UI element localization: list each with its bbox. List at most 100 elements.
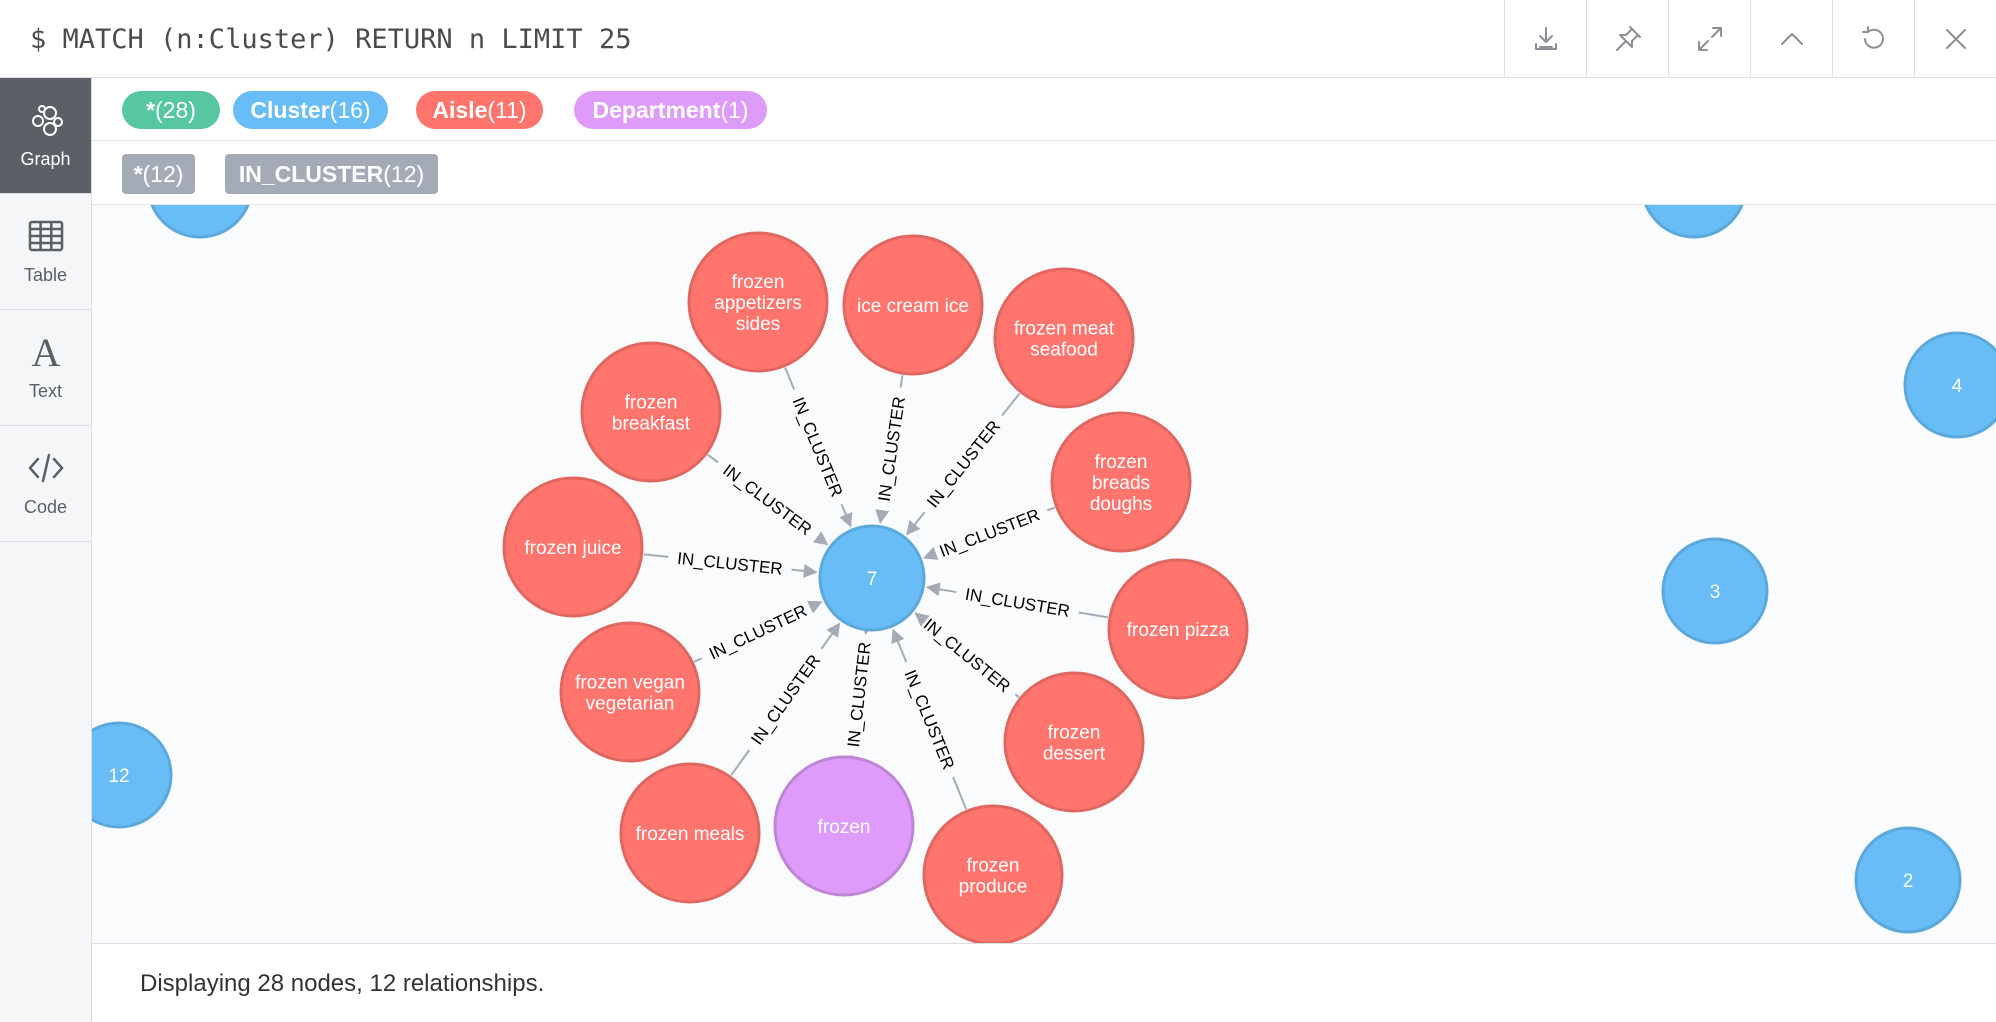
table-icon <box>28 220 63 252</box>
graph-canvas[interactable]: IN_CLUSTER IN_CLUSTER IN_CLUSTER IN_CLUSTER… <box>92 205 1996 943</box>
aisle-node[interactable]: frozenappetizerssides <box>687 231 829 373</box>
cluster-node[interactable]: 4 <box>1903 331 1996 439</box>
label-pill-aisle[interactable]: Aisle(11) <box>416 91 543 129</box>
query-text[interactable]: $ MATCH (n:Cluster) RETURN n LIMIT 25 <box>30 24 631 55</box>
label-pill-all[interactable]: *(28) <box>122 91 220 129</box>
node-caption: seafood <box>1030 340 1098 361</box>
relationship-line[interactable] <box>693 657 703 663</box>
code-icon <box>27 453 64 483</box>
graph-icon <box>31 105 63 136</box>
relationship-line[interactable] <box>707 453 719 464</box>
close-button[interactable] <box>1914 0 1996 78</box>
close-icon <box>1945 29 1966 49</box>
relationship-line[interactable] <box>952 776 968 810</box>
relationship-arrow[interactable] <box>812 531 829 546</box>
download-icon <box>1534 27 1557 50</box>
cluster-node-center[interactable]: 7 <box>818 524 926 632</box>
relationship-arrow[interactable] <box>891 628 908 663</box>
node-caption: frozen juice <box>524 538 621 559</box>
relationship-arrow[interactable] <box>922 546 939 560</box>
cluster-node[interactable] <box>148 205 252 239</box>
relationship-label: IN_CLUSTER <box>788 395 846 500</box>
node-caption: frozen <box>1048 723 1101 744</box>
department-node[interactable]: frozen <box>773 755 915 897</box>
relationship-line[interactable] <box>1046 506 1056 512</box>
relationship-line[interactable] <box>1078 611 1109 619</box>
relationship-line[interactable] <box>1001 392 1021 417</box>
refresh-icon <box>1861 26 1884 49</box>
rel-tag-in-cluster[interactable]: IN_CLUSTER(12) <box>225 154 438 194</box>
result-footer: Displaying 28 nodes, 12 relationships. <box>92 943 1996 1022</box>
aisle-node[interactable]: frozen veganvegetarian <box>559 621 701 763</box>
view-sidebar: Graph Table A Text Code <box>0 78 92 1022</box>
pin-icon <box>1615 26 1641 51</box>
relationship-arrow[interactable] <box>925 582 957 597</box>
node-caption: frozen <box>967 856 1020 877</box>
relationship-arrow[interactable] <box>914 612 930 627</box>
relationship-label: IN_CLUSTER <box>719 461 815 540</box>
node-caption: dessert <box>1043 744 1106 765</box>
relationship-line[interactable] <box>1014 693 1020 699</box>
relationship-arrow[interactable] <box>875 509 890 525</box>
expand-icon <box>1697 27 1722 51</box>
node-caption: frozen <box>732 272 785 293</box>
relationship-arrow[interactable] <box>839 503 853 528</box>
pin-button[interactable] <box>1586 0 1668 78</box>
node-caption: sides <box>736 314 780 335</box>
node-caption: produce <box>959 877 1028 898</box>
relationship-arrow[interactable] <box>906 511 926 536</box>
graph-view[interactable]: IN_CLUSTER IN_CLUSTER IN_CLUSTERIN_CLUSTER… <box>92 205 1996 943</box>
node-caption: 7 <box>867 569 878 590</box>
sidebar-item-text[interactable]: A Text <box>0 310 91 426</box>
node-caption: frozen meals <box>636 824 745 845</box>
frame-toolbar <box>1504 0 1996 78</box>
node-caption: vegetarian <box>586 694 675 715</box>
rerun-button[interactable] <box>1832 0 1914 78</box>
relationship-arrow[interactable] <box>806 600 823 614</box>
aisle-node[interactable]: frozenbreakfast <box>580 341 722 483</box>
sidebar-item-table[interactable]: Table <box>0 194 91 310</box>
relationship-label: IN_CLUSTER <box>920 615 1014 696</box>
status-text: Displaying 28 nodes, 12 relationships. <box>140 970 545 997</box>
fullscreen-button[interactable] <box>1668 0 1750 78</box>
relationship-line[interactable] <box>730 749 751 776</box>
node-caption: frozen <box>818 817 871 838</box>
node-caption: breakfast <box>612 414 691 435</box>
relationship-line[interactable] <box>784 367 796 391</box>
node-caption: 3 <box>1710 582 1721 603</box>
aisle-node[interactable]: frozenproduce <box>922 804 1064 943</box>
cluster-node-circle <box>1644 205 1744 239</box>
aisle-node[interactable]: frozen pizza <box>1107 558 1249 700</box>
aisle-node[interactable]: frozen juice <box>502 476 644 618</box>
relationship-arrow[interactable] <box>791 563 818 578</box>
sidebar-item-label: Code <box>23 497 68 517</box>
collapse-button[interactable] <box>1750 0 1832 78</box>
node-caption: frozen <box>625 393 678 414</box>
relationship-line[interactable] <box>643 553 669 558</box>
aisle-node[interactable]: ice cream ice <box>842 234 984 376</box>
aisle-node[interactable]: frozenbreadsdoughs <box>1050 411 1192 553</box>
relationship-label: IN_CLUSTER <box>706 601 810 663</box>
relationship-line[interactable] <box>899 375 904 388</box>
query-bar: $ MATCH (n:Cluster) RETURN n LIMIT 25 <box>0 0 1996 78</box>
node-caption: 2 <box>1903 871 1914 892</box>
cluster-node-circle <box>92 721 173 829</box>
cluster-node[interactable]: 12 <box>92 721 173 829</box>
relationship-label: IN_CLUSTER <box>923 417 1004 511</box>
relationship-label: IN_CLUSTER <box>900 667 958 772</box>
aisle-node[interactable]: frozendessert <box>1003 671 1145 813</box>
sidebar-item-graph[interactable]: Graph <box>0 78 91 194</box>
cluster-node-circle <box>1903 331 1996 439</box>
cluster-node[interactable]: 3 <box>1661 537 1769 645</box>
cluster-node[interactable]: 2 <box>1854 826 1962 934</box>
cluster-node[interactable] <box>1642 205 1746 239</box>
node-caption: frozen vegan <box>575 673 685 694</box>
aisle-node[interactable]: frozen meals <box>619 762 761 904</box>
rel-tag-all[interactable]: *(12) <box>122 154 195 194</box>
relationship-arrow[interactable] <box>820 622 841 650</box>
download-button[interactable] <box>1504 0 1586 78</box>
sidebar-item-code[interactable]: Code <box>0 426 91 542</box>
label-pill-department[interactable]: Department(1) <box>574 91 767 129</box>
aisle-node[interactable]: frozen meatseafood <box>993 267 1135 409</box>
label-pill-cluster[interactable]: Cluster(16) <box>233 91 388 129</box>
